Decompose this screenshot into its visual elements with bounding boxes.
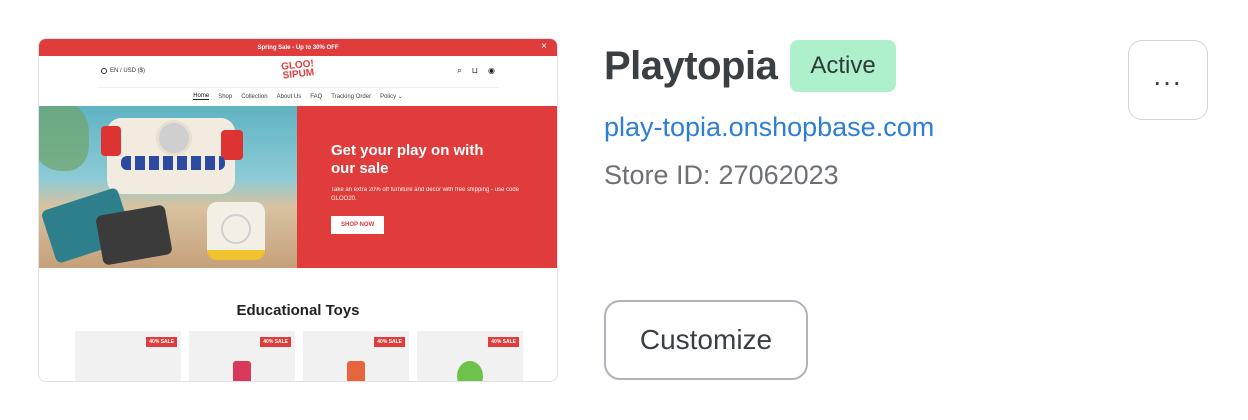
hero-title: Get your play on with our sale xyxy=(331,142,484,177)
account-icon: ◉ xyxy=(488,66,495,75)
store-id: Store ID: 27062023 xyxy=(604,160,839,191)
toy-tablet-dark-shape xyxy=(95,204,173,266)
hero-text-panel: Get your play on with our sale Take an e… xyxy=(297,106,557,268)
toy-red-handle-left xyxy=(101,126,121,156)
store-url-link[interactable]: play-topia.onshopbase.com xyxy=(604,112,934,143)
nav-item-policy: Policy ⌄ xyxy=(380,93,403,100)
language-currency-selector: EN / USD ($) xyxy=(101,68,145,74)
more-actions-button[interactable]: ... xyxy=(1128,40,1208,120)
store-name: Playtopia xyxy=(604,44,778,88)
header-icons: ⌕ ⊔ ◉ xyxy=(457,66,495,76)
status-badge: Active xyxy=(790,40,896,92)
nav-item-tracking-order: Tracking Order xyxy=(331,93,372,100)
product-image xyxy=(233,361,251,381)
nav-item-shop: Shop xyxy=(218,93,233,100)
store-id-value: 27062023 xyxy=(718,160,839,190)
product-list: 40% SALE 40% SALE 40% SALE 40% SALE xyxy=(75,331,523,382)
sale-badge: 40% SALE xyxy=(146,337,177,347)
hero-subtitle: Take an extra 20% off furniture and deco… xyxy=(331,187,520,202)
toy-red-handle-right xyxy=(221,130,243,160)
product-card: 40% SALE xyxy=(303,331,409,381)
toy-knobs-shape xyxy=(121,156,225,170)
site-header: EN / USD ($) GLOO! SIPUM ⌕ ⊔ ◉ xyxy=(97,56,499,88)
customize-button[interactable]: Customize xyxy=(604,300,808,380)
globe-icon xyxy=(101,68,107,74)
section-title: Educational Toys xyxy=(236,302,360,319)
shop-now-button: SHOP NOW xyxy=(331,216,385,234)
more-horizontal-icon: ... xyxy=(1153,60,1183,91)
language-currency-text: EN / USD ($) xyxy=(110,68,146,74)
sale-badge: 40% SALE xyxy=(260,337,291,347)
product-card: 40% SALE xyxy=(417,331,523,381)
product-image xyxy=(113,381,143,382)
toy-box-face-shape xyxy=(221,214,251,244)
nav-item-home: Home xyxy=(193,93,210,100)
cart-icon: ⊔ xyxy=(471,66,479,75)
nav-item-collection: Collection xyxy=(241,93,268,100)
palm-leaf-shape xyxy=(39,106,89,171)
close-icon: × xyxy=(541,41,547,52)
toy-speaker-shape xyxy=(156,120,192,156)
nav-item-about-us: About Us xyxy=(276,93,302,100)
sale-badge: 40% SALE xyxy=(374,337,405,347)
product-card: 40% SALE xyxy=(189,331,295,381)
announcement-text: Spring Sale - Up to 30% OFF xyxy=(257,44,339,51)
product-image xyxy=(457,361,483,381)
chevron-down-icon: ⌄ xyxy=(397,94,403,100)
sale-badge: 40% SALE xyxy=(488,337,519,347)
product-card: 40% SALE xyxy=(75,331,181,382)
logo-line-2: SIPUM xyxy=(282,67,315,82)
store-id-label: Store ID: xyxy=(604,160,711,190)
search-icon: ⌕ xyxy=(457,66,462,75)
store-logo: GLOO! SIPUM xyxy=(277,58,319,82)
announcement-bar: Spring Sale - Up to 30% OFF × xyxy=(39,39,557,56)
hero-banner: Get your play on with our sale Take an e… xyxy=(39,106,557,268)
site-nav: Home Shop Collection About Us FAQ Tracki… xyxy=(39,88,557,105)
hero-image xyxy=(39,106,297,268)
nav-item-faq: FAQ xyxy=(310,93,323,100)
nav-item-policy-label: Policy xyxy=(380,94,397,100)
theme-preview[interactable]: Spring Sale - Up to 30% OFF × EN / USD (… xyxy=(38,38,558,382)
product-image xyxy=(347,361,365,381)
